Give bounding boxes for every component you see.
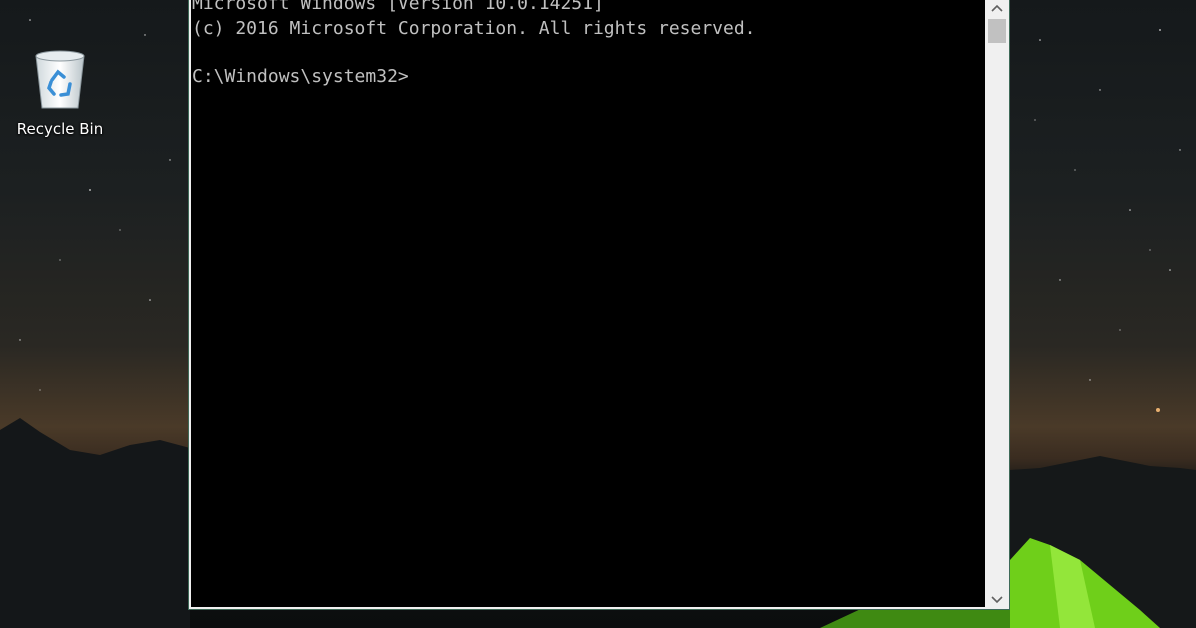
desktop-icon-label: Recycle Bin bbox=[16, 120, 104, 138]
recycle-bin-icon bbox=[35, 50, 85, 109]
console-copyright-line: (c) 2016 Microsoft Corporation. All righ… bbox=[192, 18, 756, 39]
scroll-track[interactable] bbox=[985, 17, 1009, 591]
scroll-down-button[interactable] bbox=[985, 591, 1009, 609]
console-prompt: C:\Windows\system32> bbox=[192, 66, 409, 87]
scroll-up-button[interactable] bbox=[985, 0, 1009, 17]
console-output-area[interactable]: Microsoft Windows [Version 10.0.14251] (… bbox=[191, 0, 985, 607]
console-version-line: Microsoft Windows [Version 10.0.14251] bbox=[192, 0, 604, 14]
console-prompt-line[interactable]: C:\Windows\system32> bbox=[192, 65, 421, 89]
chevron-down-icon bbox=[991, 596, 1003, 604]
vertical-scrollbar[interactable] bbox=[985, 0, 1009, 609]
chevron-up-icon bbox=[991, 4, 1003, 12]
desktop-icon-recycle-bin[interactable]: Recycle Bin bbox=[8, 44, 112, 148]
command-prompt-window[interactable]: Microsoft Windows [Version 10.0.14251] (… bbox=[188, 0, 1010, 610]
scroll-thumb[interactable] bbox=[988, 19, 1006, 43]
